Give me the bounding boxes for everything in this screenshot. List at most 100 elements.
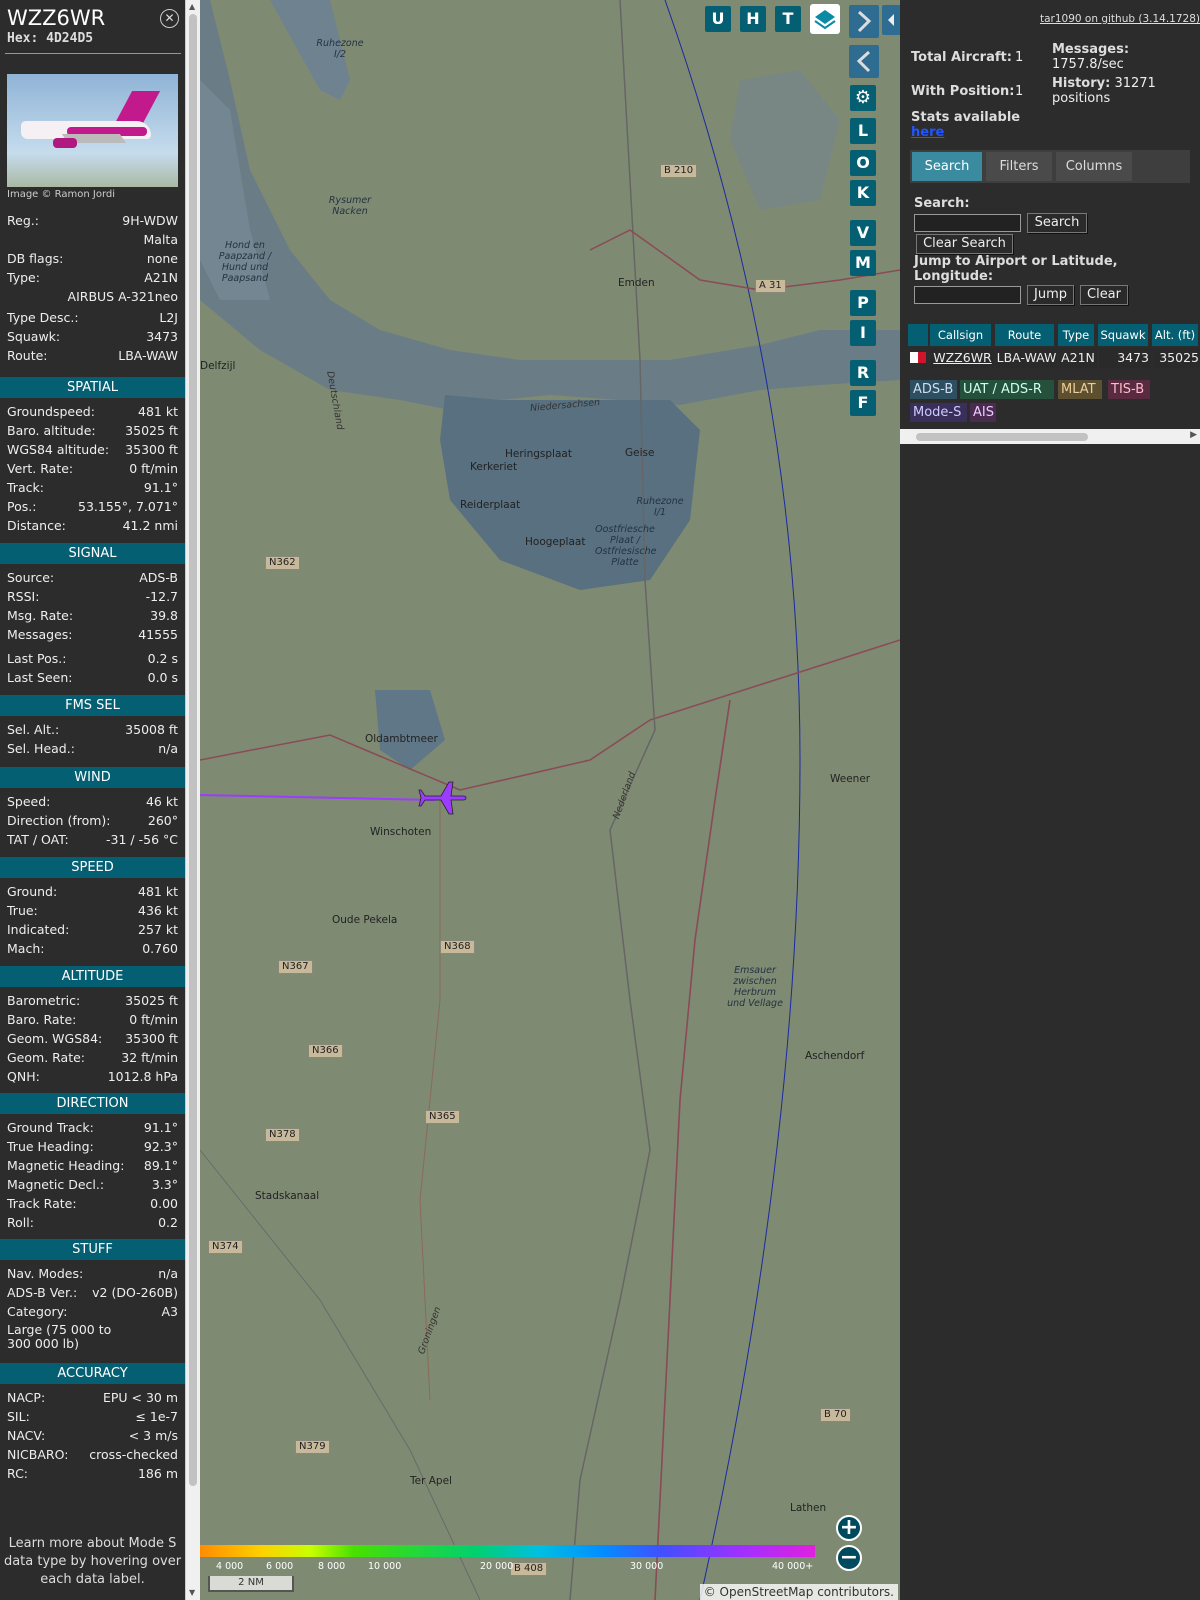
map-button-t[interactable]: T (775, 6, 801, 32)
expand-left-icon[interactable] (849, 45, 879, 78)
source-badge[interactable]: AIS (970, 403, 996, 422)
map-side-button-k[interactable]: K (850, 180, 876, 206)
aircraft-photo[interactable] (7, 74, 178, 187)
sidebar-scrollbar[interactable]: ▲ ▼ (185, 0, 200, 1600)
map-button-u[interactable]: U (705, 6, 731, 32)
row-spatial-label[interactable]: Track: (7, 479, 44, 497)
info-row-label[interactable]: DB flags: (7, 250, 63, 268)
row-spatial-label[interactable]: WGS84 altitude: (7, 441, 109, 459)
row-wind-label[interactable]: Speed: (7, 793, 50, 811)
row-direction-label[interactable]: Track Rate: (7, 1195, 77, 1213)
scrollbar-thumb[interactable] (916, 433, 1088, 441)
map-view[interactable]: Emden Delfzijl Weener Winschoten Oude Pekela… (200, 0, 900, 1600)
row-direction-label[interactable]: True Heading: (7, 1138, 94, 1156)
map-side-button-p[interactable]: P (850, 290, 876, 316)
row-direction-label[interactable]: Magnetic Decl.: (7, 1176, 104, 1194)
row-signal-label[interactable]: RSSI: (7, 588, 39, 606)
jump-input[interactable] (914, 286, 1021, 304)
map-side-button-v[interactable]: V (850, 220, 876, 246)
jump-button[interactable]: Jump (1027, 285, 1074, 305)
row-spatial-label[interactable]: Pos.: (7, 498, 36, 516)
row-fms-label[interactable]: Sel. Head.: (7, 740, 75, 758)
info-row-label[interactable]: Squawk: (7, 328, 60, 346)
row-direction-label[interactable]: Magnetic Heading: (7, 1157, 124, 1175)
search-input[interactable] (914, 214, 1021, 232)
tab-filters[interactable]: Filters (986, 152, 1052, 181)
table-header[interactable]: Callsign (930, 324, 993, 346)
row-accuracy-label[interactable]: NACV: (7, 1427, 45, 1445)
table-header[interactable]: Route (995, 324, 1056, 346)
source-badge[interactable]: TIS-B (1108, 380, 1150, 399)
tab-columns[interactable]: Columns (1056, 152, 1132, 181)
scroll-right-icon[interactable]: ▶ (1190, 430, 1197, 440)
map-side-button-m[interactable]: M (850, 250, 876, 276)
row-accuracy-label[interactable]: SIL: (7, 1408, 30, 1426)
row-wind-label[interactable]: Direction (from): (7, 812, 111, 830)
map-attribution[interactable]: © OpenStreetMap contributors. (699, 1584, 898, 1600)
row-altitude-label[interactable]: Baro. Rate: (7, 1011, 76, 1029)
tab-search[interactable]: Search (912, 152, 982, 181)
search-button[interactable]: Search (1027, 213, 1087, 233)
layers-icon[interactable] (810, 4, 840, 34)
row-accuracy-label[interactable]: NACP: (7, 1389, 45, 1407)
info-row-label[interactable]: Type: (7, 269, 40, 287)
map-button-h[interactable]: H (740, 6, 766, 32)
map-side-button-o[interactable]: O (850, 150, 876, 176)
table-header[interactable]: Type (1058, 324, 1096, 346)
table-header[interactable] (908, 324, 930, 346)
table-header[interactable]: Squawk (1098, 324, 1150, 346)
scroll-up-icon[interactable]: ▲ (189, 2, 195, 11)
map-side-button-r[interactable]: R (850, 360, 876, 386)
clear-button[interactable]: Clear (1080, 285, 1128, 305)
row-fms-label[interactable]: Sel. Alt.: (7, 721, 59, 739)
row-speed-label[interactable]: Ground: (7, 883, 57, 901)
row-accuracy-label[interactable]: NICBARO: (7, 1446, 68, 1464)
table-header[interactable]: Alt. (ft) (1152, 324, 1200, 346)
source-badge[interactable]: MLAT (1058, 380, 1102, 399)
row-direction-label[interactable]: Ground Track: (7, 1119, 94, 1137)
zoom-out-button[interactable]: − (836, 1545, 862, 1571)
source-badge[interactable]: ADS-B (910, 380, 957, 399)
row-signal-label[interactable]: Messages: (7, 626, 73, 644)
table-horizontal-scrollbar[interactable]: ▶ (900, 429, 1200, 444)
row-stuff-label[interactable]: Nav. Modes: (7, 1265, 83, 1283)
row-speed-label[interactable]: Indicated: (7, 921, 69, 939)
settings-gear-icon[interactable]: ⚙ (850, 85, 876, 111)
row-wind-label[interactable]: TAT / OAT: (7, 831, 69, 849)
stats-link[interactable]: here (911, 125, 944, 140)
row-altitude-label[interactable]: Geom. WGS84: (7, 1030, 102, 1048)
cell-callsign[interactable]: WZZ6WR (931, 348, 994, 368)
row-accuracy-label[interactable]: RC: (7, 1465, 28, 1483)
clear-search-button[interactable]: Clear Search (916, 234, 1013, 254)
expand-right-icon[interactable] (849, 5, 879, 38)
map-side-button-f[interactable]: F (850, 390, 876, 416)
github-link[interactable]: tar1090 on github (3.14.1728) (1040, 13, 1200, 25)
source-badge[interactable]: Mode-S (910, 403, 967, 422)
row-speed-label[interactable]: True: (7, 902, 38, 920)
row-signal-label[interactable]: Last Pos.: (7, 650, 66, 668)
row-stuff-label[interactable]: Category: (7, 1303, 67, 1321)
source-badge[interactable]: UAT / ADS-R (960, 380, 1054, 399)
row-signal-label[interactable]: Msg. Rate: (7, 607, 73, 625)
map-side-button-l[interactable]: L (850, 118, 876, 144)
row-direction-label[interactable]: Roll: (7, 1214, 34, 1232)
row-spatial-label[interactable]: Baro. altitude: (7, 422, 96, 440)
map-side-button-i[interactable]: I (850, 320, 876, 346)
row-stuff-label[interactable]: ADS-B Ver.: (7, 1284, 77, 1302)
toggle-sidebar-icon[interactable] (882, 5, 900, 35)
row-spatial-label[interactable]: Distance: (7, 517, 66, 535)
row-spatial-label[interactable]: Vert. Rate: (7, 460, 73, 478)
row-signal-label[interactable]: Source: (7, 569, 54, 587)
row-altitude-label[interactable]: Geom. Rate: (7, 1049, 85, 1067)
close-icon[interactable]: ✕ (160, 9, 179, 28)
row-altitude-label[interactable]: QNH: (7, 1068, 40, 1086)
row-speed-label[interactable]: Mach: (7, 940, 44, 958)
row-altitude-label[interactable]: Barometric: (7, 992, 80, 1010)
row-spatial-label[interactable]: Groundspeed: (7, 403, 95, 421)
row-signal-label[interactable]: Last Seen: (7, 669, 72, 687)
scrollbar-thumb[interactable] (189, 14, 197, 1486)
zoom-in-button[interactable]: + (836, 1515, 862, 1541)
info-row-label[interactable]: Route: (7, 347, 48, 365)
info-row-label[interactable]: Reg.: (7, 212, 39, 230)
info-row-label[interactable]: Type Desc.: (7, 309, 79, 327)
